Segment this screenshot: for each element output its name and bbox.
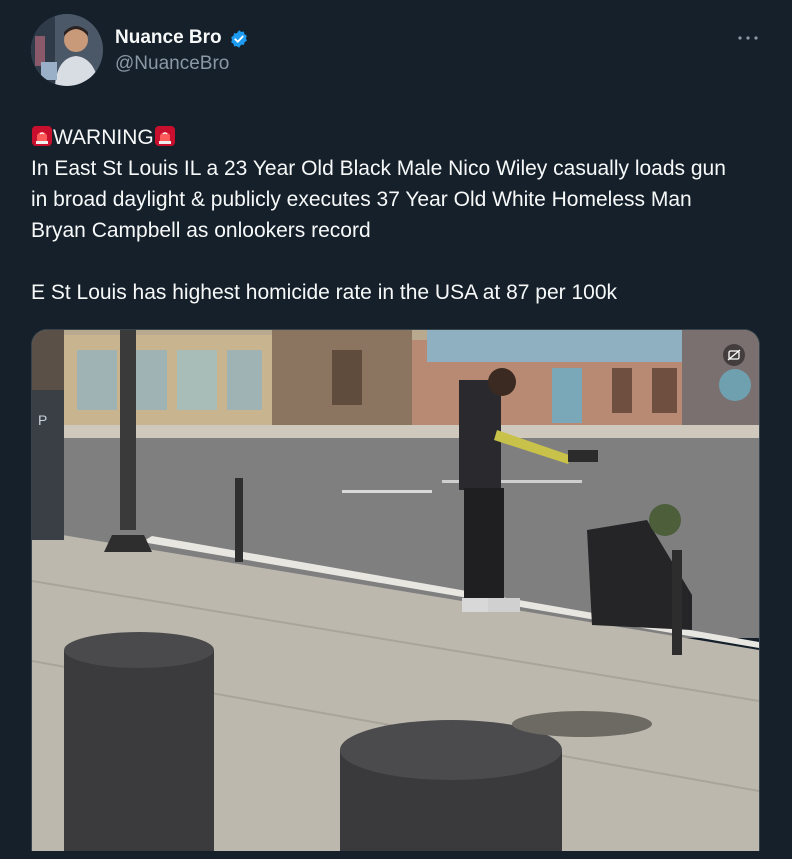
display-name[interactable]: Nuance Bro xyxy=(115,27,222,49)
tweet-text-line: in broad daylight & publicly executes 37… xyxy=(31,188,692,211)
warning-line: WARNING xyxy=(31,122,776,153)
siren-icon xyxy=(32,126,52,146)
content-warning-icon[interactable] xyxy=(723,344,745,366)
siren-icon xyxy=(154,126,175,146)
tweet-media-video[interactable]: P xyxy=(31,329,760,851)
tweet-card: Nuance Bro @NuanceBro WARNING In East St… xyxy=(0,0,792,859)
street-scene-image: P xyxy=(32,330,759,851)
avatar[interactable] xyxy=(31,14,103,86)
user-handle[interactable]: @NuanceBro xyxy=(115,53,229,75)
tweet-text-line: In East St Louis IL a 23 Year Old Black … xyxy=(31,157,726,180)
meter-sign-letter: P xyxy=(38,412,47,428)
tweet-text-line: E St Louis has highest homicide rate in … xyxy=(31,281,618,304)
more-options-icon[interactable] xyxy=(736,30,760,46)
warning-label: WARNING xyxy=(53,126,154,149)
verified-badge-icon xyxy=(231,30,247,48)
tweet-text-line: Bryan Campbell as onlookers record xyxy=(31,219,371,242)
tweet-text: WARNING In East St Louis IL a 23 Year Ol… xyxy=(31,122,776,308)
